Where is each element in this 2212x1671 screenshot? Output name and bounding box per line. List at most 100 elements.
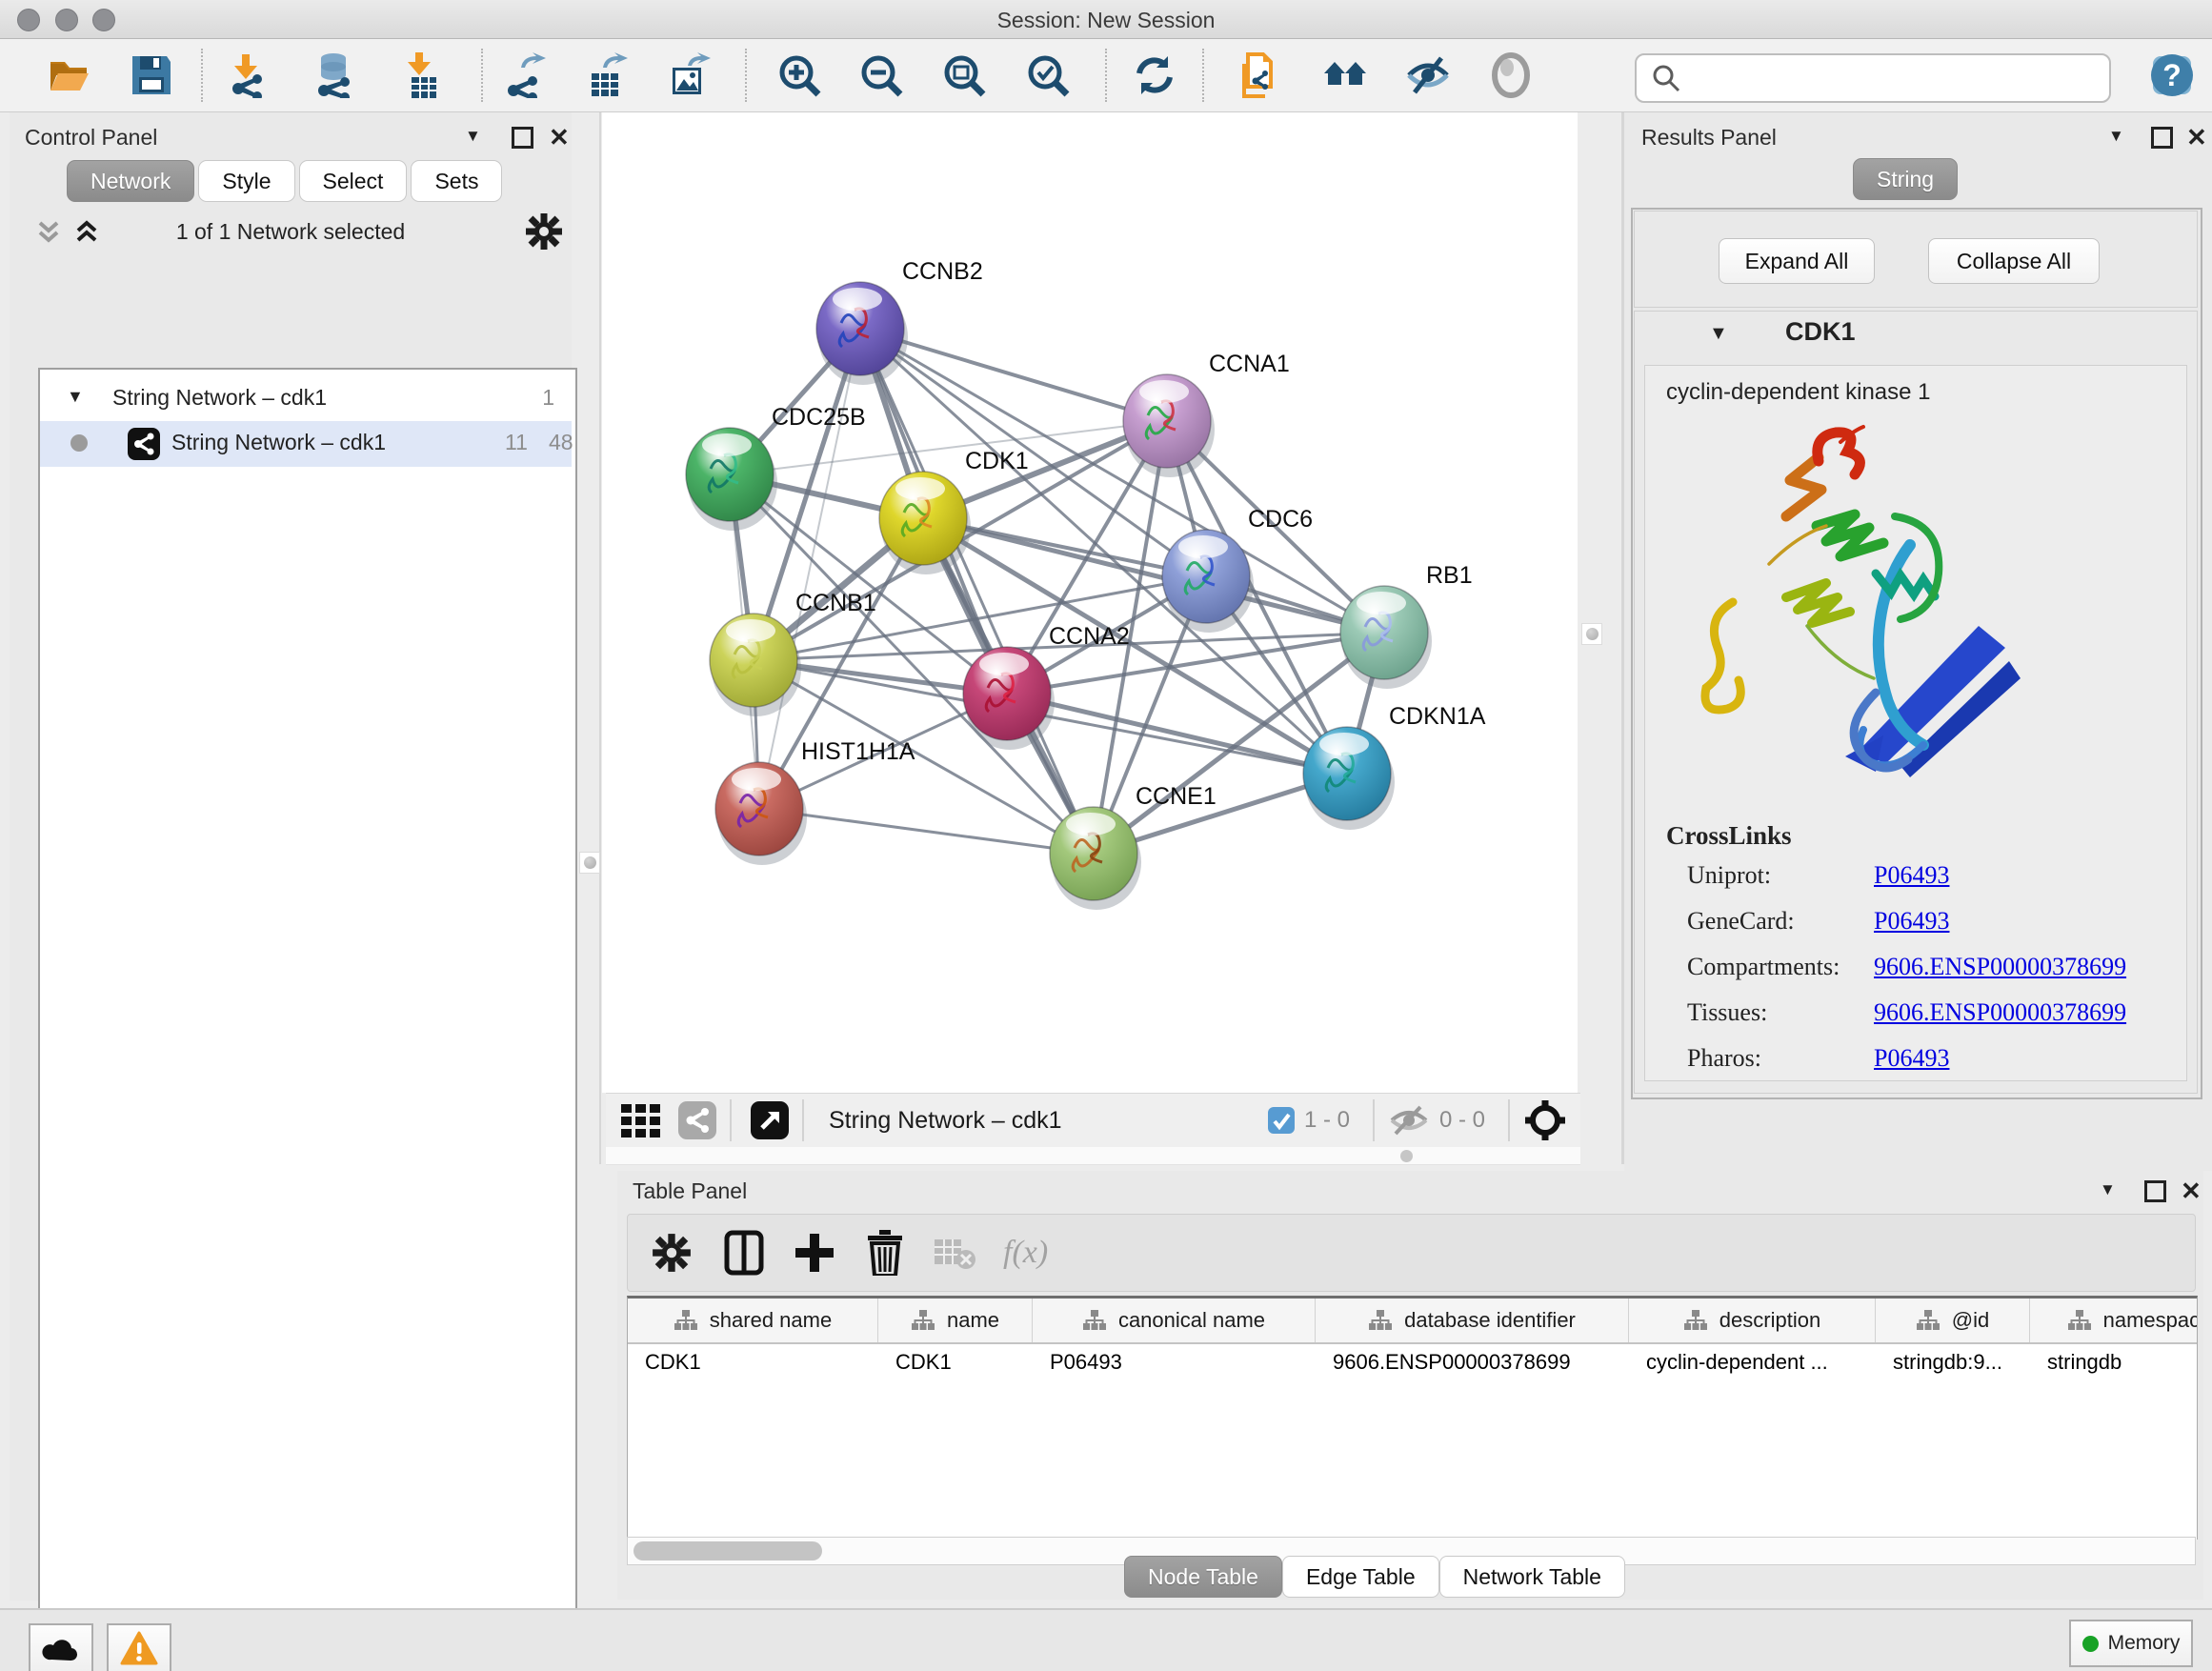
control-panel-collapse-icon[interactable]: ▼ [465, 128, 481, 144]
results-panel-collapse-icon[interactable]: ▼ [2108, 128, 2124, 144]
tab-select[interactable]: Select [299, 160, 408, 202]
gene-expander-icon[interactable]: ▼ [1709, 323, 1728, 345]
help-icon[interactable]: ? [2147, 50, 2193, 96]
copy-network-icon[interactable] [1235, 52, 1280, 98]
crosslink-link[interactable]: 9606.ENSP00000378699 [1874, 998, 2126, 1027]
tab-network[interactable]: Network [67, 160, 194, 202]
table-cell[interactable]: stringdb:9... [1893, 1350, 2002, 1375]
search-input[interactable] [1690, 65, 2109, 91]
tab-edge-table[interactable]: Edge Table [1282, 1556, 1439, 1598]
horizontal-splitter-handle[interactable] [1400, 1150, 1413, 1162]
control-panel-float-icon[interactable] [512, 127, 533, 153]
network-row-selected[interactable]: String Network – cdk1 11 48 [40, 421, 572, 467]
table-cell[interactable]: CDK1 [645, 1350, 701, 1375]
network-canvas[interactable]: CCNB2CCNA1CDC25BCDK1CDC6RB1CCNB1CCNA2CDK… [602, 112, 1578, 1093]
home-view-icon[interactable] [1322, 52, 1368, 98]
horizontal-splitter[interactable] [606, 1147, 1580, 1165]
table-cell[interactable]: stringdb [2047, 1350, 2122, 1375]
column-header-label: namespace [2103, 1308, 2198, 1333]
left-splitter[interactable] [599, 112, 601, 1164]
node-CDC6[interactable]: CDC6 [1162, 506, 1313, 633]
selected-nodes-checkbox-icon[interactable] [1268, 1107, 1295, 1134]
edge-CCNA2-CDKN1A[interactable] [1007, 694, 1347, 774]
edge-CCNB2-HIST1H1A[interactable] [759, 329, 860, 809]
import-table-icon[interactable] [400, 52, 446, 98]
table-panel-close-icon[interactable]: ✕ [2181, 1178, 2202, 1203]
edge-CCNB2-CCNE1[interactable] [860, 329, 1094, 854]
cloud-status-button[interactable] [29, 1623, 93, 1671]
column-header-database-identifier[interactable]: database identifier [1316, 1299, 1629, 1342]
node-HIST1H1A[interactable]: HIST1H1A [715, 738, 915, 865]
crosslink-link[interactable]: P06493 [1874, 861, 1949, 890]
column-header-description[interactable]: description [1629, 1299, 1876, 1342]
zoom-fit-icon[interactable] [941, 52, 987, 98]
network-options-gear-icon[interactable] [524, 211, 564, 252]
node-CCNB1[interactable]: CCNB1 [710, 590, 876, 716]
grid-view-icon[interactable] [619, 1098, 663, 1142]
export-network-icon[interactable] [502, 52, 548, 98]
table-cell[interactable]: P06493 [1050, 1350, 1122, 1375]
column-header--id[interactable]: @id [1876, 1299, 2030, 1342]
table-cell[interactable]: CDK1 [895, 1350, 952, 1375]
table-options-gear-icon[interactable] [651, 1232, 693, 1274]
crosslink-link[interactable]: P06493 [1874, 907, 1949, 936]
save-session-icon[interactable] [129, 52, 174, 98]
zoom-selected-icon[interactable] [1025, 52, 1071, 98]
import-network-from-database-icon[interactable] [312, 52, 358, 98]
network-birdseye-icon[interactable] [678, 1101, 716, 1139]
search-field[interactable] [1635, 53, 2111, 103]
expand-all-button[interactable]: Expand All [1719, 238, 1875, 284]
results-panel-float-icon[interactable] [2151, 127, 2173, 153]
column-header-name[interactable]: name [878, 1299, 1033, 1342]
import-network-icon[interactable] [227, 52, 272, 98]
network-row-label: String Network – cdk1 [171, 430, 386, 455]
node-CCNE1[interactable]: CCNE1 [1050, 783, 1217, 910]
table-cell[interactable]: cyclin-dependent ... [1646, 1350, 1828, 1375]
column-header-namespace[interactable]: namespace [2030, 1299, 2198, 1342]
show-all-icon[interactable] [1488, 52, 1534, 98]
crosslink-label: GeneCard: [1687, 907, 1874, 936]
tab-node-table[interactable]: Node Table [1124, 1556, 1282, 1598]
left-splitter-handle[interactable] [579, 852, 600, 874]
node-CDKN1A[interactable]: CDKN1A [1303, 703, 1486, 830]
crosslink-link[interactable]: P06493 [1874, 1044, 1949, 1073]
network-collection-row[interactable]: ▼ String Network – cdk1 1 [40, 377, 572, 421]
warning-status-button[interactable] [107, 1623, 171, 1671]
node-RB1[interactable]: RB1 [1340, 562, 1473, 689]
tab-sets[interactable]: Sets [411, 160, 502, 202]
show-columns-icon[interactable] [723, 1229, 765, 1277]
refresh-icon[interactable] [1132, 52, 1177, 98]
hide-selected-icon[interactable] [1405, 52, 1451, 98]
node-CDK1[interactable]: CDK1 [879, 448, 1029, 574]
column-header-label: description [1719, 1308, 1820, 1333]
table-panel-collapse-icon[interactable]: ▼ [2100, 1181, 2116, 1198]
function-builder-icon[interactable]: f(x) [1003, 1235, 1048, 1271]
table-cell[interactable]: 9606.ENSP00000378699 [1333, 1350, 1571, 1375]
fit-content-crosshair-icon[interactable] [1523, 1098, 1567, 1142]
protein-structure-image [1674, 421, 2055, 802]
open-session-icon[interactable] [46, 52, 91, 98]
collapse-all-button[interactable]: Collapse All [1928, 238, 2100, 284]
table-panel-float-icon[interactable] [2144, 1180, 2166, 1207]
scrollbar-thumb[interactable] [633, 1541, 822, 1560]
tab-network-table[interactable]: Network Table [1439, 1556, 1625, 1598]
crosslink-link[interactable]: 9606.ENSP00000378699 [1874, 953, 2126, 981]
control-panel-close-icon[interactable]: ✕ [549, 125, 570, 150]
export-image-icon[interactable] [667, 52, 713, 98]
tab-style[interactable]: Style [198, 160, 294, 202]
tab-string[interactable]: String [1853, 158, 1958, 200]
zoom-out-icon[interactable] [858, 52, 904, 98]
open-view-in-window-icon[interactable] [751, 1101, 789, 1139]
export-table-icon[interactable] [584, 52, 630, 98]
edge-HIST1H1A-CCNE1[interactable] [759, 809, 1094, 854]
delete-table-icon[interactable] [933, 1236, 976, 1270]
zoom-in-icon[interactable] [776, 52, 822, 98]
results-panel-close-icon[interactable]: ✕ [2186, 125, 2207, 150]
delete-column-trash-icon[interactable] [866, 1230, 904, 1276]
column-header-canonical-name[interactable]: canonical name [1033, 1299, 1316, 1342]
column-header-shared-name[interactable]: shared name [628, 1299, 878, 1342]
right-splitter-handle[interactable] [1581, 623, 1602, 645]
add-column-icon[interactable] [794, 1232, 835, 1274]
memory-button[interactable]: Memory [2069, 1620, 2193, 1667]
tree-expander-icon[interactable]: ▼ [67, 387, 84, 407]
